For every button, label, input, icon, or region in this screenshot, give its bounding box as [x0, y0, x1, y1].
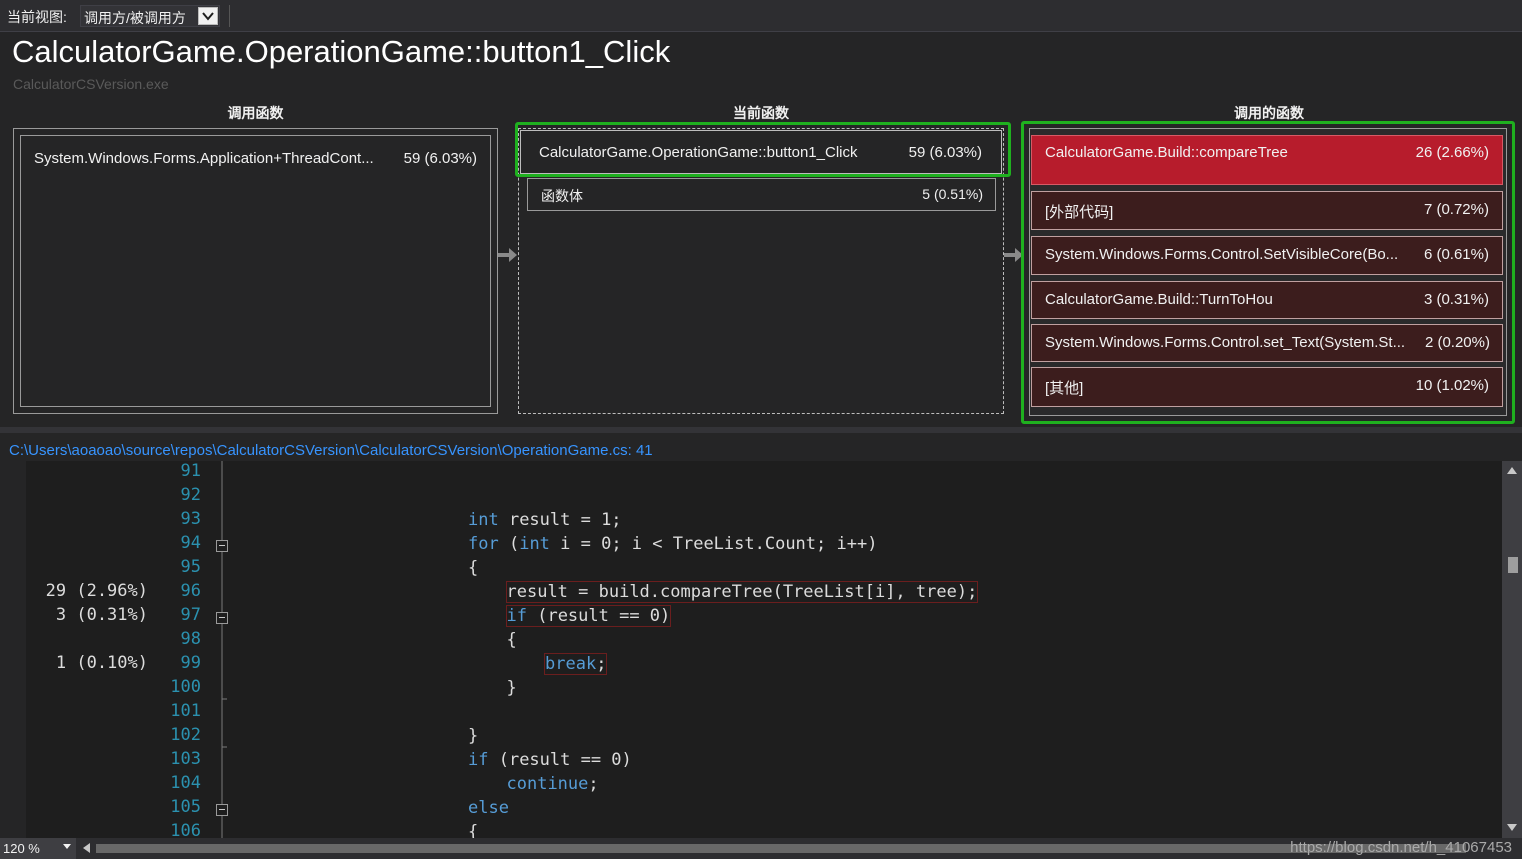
view-toolbar: 当前视图: 调用方/被调用方	[0, 0, 1522, 32]
line-metric: 1 (0.10%)	[55, 653, 148, 673]
code-line[interactable]: break;	[543, 653, 608, 675]
code-line[interactable]: }	[468, 726, 478, 746]
view-selector[interactable]: 调用方/被调用方	[80, 5, 220, 27]
code-line[interactable]: {	[468, 558, 478, 578]
zoom-selector[interactable]: 120 %	[0, 838, 76, 859]
zoom-value: 120 %	[3, 841, 40, 856]
line-number: 91	[180, 461, 201, 481]
scroll-down-icon[interactable]	[1507, 824, 1517, 832]
function-body-name: 函数体	[541, 188, 583, 204]
line-number: 106	[170, 821, 201, 838]
code-line[interactable]: continue;	[507, 774, 599, 794]
outline-margin	[207, 461, 237, 838]
toolbar-separator	[229, 5, 230, 27]
vertical-scrollbar[interactable]	[1502, 461, 1522, 838]
line-number: 97	[180, 605, 201, 625]
caller-item[interactable]: System.Windows.Forms.Application+ThreadC…	[20, 135, 491, 407]
chevron-down-icon[interactable]	[198, 7, 218, 25]
line-number: 93	[180, 509, 201, 529]
line-number: 96	[180, 581, 201, 601]
function-body-row: 函数体 5 (0.51%)	[528, 186, 995, 206]
status-bar: 120 % https://blog.csdn.net/h_41067453	[0, 838, 1522, 859]
chevron-down-icon[interactable]	[63, 844, 71, 849]
line-number: 99	[180, 653, 201, 673]
code-line[interactable]: for (int i = 0; i < TreeList.Count; i++)	[468, 534, 877, 554]
current-header: 当前函数	[733, 105, 789, 121]
code-margin	[0, 461, 26, 838]
arrow-right-icon	[498, 248, 517, 262]
line-number: 98	[180, 629, 201, 649]
scroll-up-icon[interactable]	[1507, 466, 1517, 474]
code-line[interactable]: if (result == 0)	[505, 605, 672, 627]
code-line[interactable]: {	[507, 630, 517, 650]
current-function-highlight	[515, 122, 1011, 177]
horizontal-scrollbar[interactable]	[96, 844, 1466, 853]
callers-panel: System.Windows.Forms.Application+ThreadC…	[13, 128, 498, 414]
line-number: 100	[170, 677, 201, 697]
line-number: 94	[180, 533, 201, 553]
code-viewer[interactable]: 29 (2.96%) 3 (0.31%) 1 (0.10%) 91 92 93 94 95 9…	[0, 461, 1522, 838]
code-line[interactable]: result = build.compareTree(TreeList[i], …	[505, 581, 979, 603]
current-view-label: 当前视图:	[7, 9, 67, 25]
callers-header: 调用函数	[227, 105, 284, 121]
line-number: 104	[170, 773, 201, 793]
file-path-bar: C:\Users\aoaoao\source\repos\CalculatorC…	[0, 427, 1522, 461]
callees-highlight	[1021, 121, 1515, 424]
callees-header: 调用的函数	[1234, 105, 1304, 121]
line-number: 102	[170, 725, 201, 745]
line-metric: 29 (2.96%)	[45, 581, 148, 601]
line-number: 103	[170, 749, 201, 769]
page-subtitle: CalculatorCSVersion.exe	[13, 76, 169, 92]
scroll-left-icon[interactable]	[83, 843, 90, 853]
caller-value: 59 (6.03%)	[403, 150, 477, 167]
line-metric: 3 (0.31%)	[55, 605, 148, 625]
code-line[interactable]: if (result == 0)	[468, 750, 632, 770]
line-number: 92	[180, 485, 201, 505]
file-path-link[interactable]: C:\Users\aoaoao\source\repos\CalculatorC…	[9, 442, 653, 459]
line-number-gutter: 91 92 93 94 95 96 97 98 99 100 101 102 103 104 105 106	[152, 461, 207, 838]
collapse-icon[interactable]	[216, 804, 228, 816]
line-number: 95	[180, 557, 201, 577]
line-number: 101	[170, 701, 201, 721]
code-line[interactable]: {	[468, 822, 478, 838]
page-title: CalculatorGame.OperationGame::button1_Cl…	[12, 34, 671, 69]
scroll-thumb[interactable]	[1508, 557, 1518, 573]
caller-name: System.Windows.Forms.Application+ThreadC…	[34, 150, 374, 167]
function-body-value: 5 (0.51%)	[922, 186, 983, 202]
code-line[interactable]: }	[507, 678, 517, 698]
caller-row: System.Windows.Forms.Application+ThreadC…	[21, 150, 490, 170]
collapse-icon[interactable]	[216, 612, 228, 624]
code-line[interactable]: int result = 1;	[468, 510, 622, 530]
function-body-item[interactable]: 函数体 5 (0.51%)	[527, 178, 996, 211]
metrics-gutter: 29 (2.96%) 3 (0.31%) 1 (0.10%)	[26, 461, 152, 838]
code-line[interactable]: else	[468, 798, 509, 818]
collapse-icon[interactable]	[216, 540, 228, 552]
code-text[interactable]: int result = 1; for (int i = 0; i < TreeL…	[237, 461, 1499, 838]
line-number: 105	[170, 797, 201, 817]
view-selector-value: 调用方/被调用方	[84, 10, 186, 26]
watermark: https://blog.csdn.net/h_41067453	[1290, 839, 1512, 856]
